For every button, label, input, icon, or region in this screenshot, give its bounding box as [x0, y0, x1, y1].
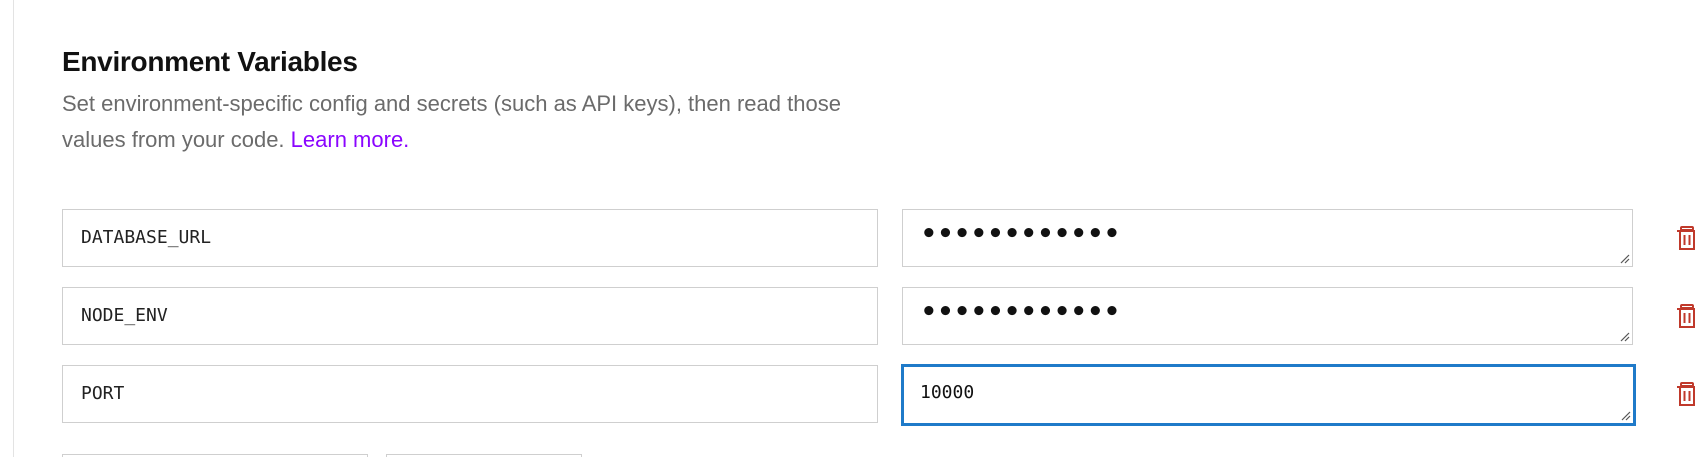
env-key-input[interactable]: DATABASE_URL [62, 209, 878, 267]
trash-icon[interactable] [1676, 381, 1695, 407]
learn-more-link[interactable]: Learn more. [291, 127, 410, 152]
env-value-input[interactable]: •••••••••••• [902, 209, 1633, 267]
env-var-row: NODE_ENV •••••••••••• [62, 287, 1695, 347]
section-description: Set environment-specific config and secr… [62, 86, 902, 158]
env-var-row: PORT 10000 [62, 364, 1695, 426]
env-key-input[interactable]: NODE_ENV [62, 287, 878, 345]
resize-handle-icon[interactable] [1620, 254, 1630, 264]
env-vars-section-header: Environment Variables Set environment-sp… [62, 40, 902, 158]
description-text: Set environment-specific config and secr… [62, 91, 841, 152]
resize-handle-icon[interactable] [1620, 332, 1630, 342]
masked-value: •••••••••••• [921, 219, 1121, 249]
env-value-input[interactable]: •••••••••••• [902, 287, 1633, 345]
environment-variables-page: Environment Variables Set environment-sp… [0, 0, 1695, 457]
trash-icon[interactable] [1676, 225, 1695, 251]
left-divider [13, 0, 14, 457]
masked-value: •••••••••••• [921, 297, 1121, 327]
value-text: 10000 [920, 382, 975, 403]
trash-icon[interactable] [1676, 303, 1695, 329]
env-value-input[interactable]: 10000 [901, 364, 1636, 426]
env-var-row: DATABASE_URL •••••••••••• [62, 209, 1695, 269]
resize-handle-icon[interactable] [1621, 411, 1631, 421]
section-title: Environment Variables [62, 46, 358, 77]
env-key-input[interactable]: PORT [62, 365, 878, 423]
